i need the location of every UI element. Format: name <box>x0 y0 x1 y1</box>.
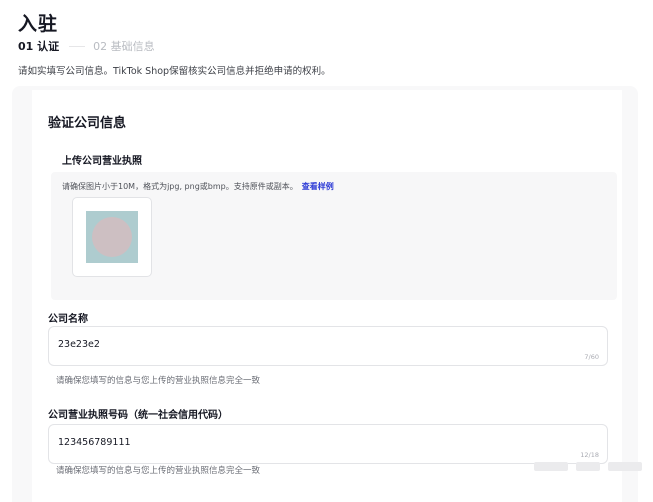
step-basic-info[interactable]: 02 基础信息 <box>93 38 155 54</box>
form-card-body: 验证公司信息 上传公司营业执照 请确保图片小于10M，格式为jpg, png或b… <box>32 90 622 502</box>
watermark-block <box>534 462 568 471</box>
step-divider <box>69 45 86 47</box>
uploaded-license-thumbnail[interactable] <box>72 197 152 277</box>
upload-hint-text: 请确保图片小于10M，格式为jpg, png或bmp。支持原件或副本。 <box>62 182 298 191</box>
view-sample-link[interactable]: 查看样例 <box>302 182 334 191</box>
onboarding-page: 入驻 01 认证 02 基础信息 请如实填写公司信息。TikTok Shop保留… <box>0 0 653 502</box>
company-name-value: 23e23e2 <box>58 339 100 350</box>
company-name-label: 公司名称 <box>48 314 88 325</box>
step-indicator: 01 认证 02 基础信息 <box>18 38 155 54</box>
upload-license-area: 请确保图片小于10M，格式为jpg, png或bmp。支持原件或副本。 查看样例 <box>51 172 617 300</box>
license-number-input[interactable]: 123456789111 12/18 <box>48 424 608 464</box>
company-name-char-count: 7/60 <box>584 353 599 361</box>
section-title: 验证公司信息 <box>48 116 127 131</box>
upload-hint: 请确保图片小于10M，格式为jpg, png或bmp。支持原件或副本。 查看样例 <box>62 181 334 192</box>
step-verification[interactable]: 01 认证 <box>18 38 59 54</box>
watermark-block <box>608 462 642 471</box>
form-card: 验证公司信息 上传公司营业执照 请确保图片小于10M，格式为jpg, png或b… <box>12 86 638 502</box>
company-name-help: 请确保您填写的信息与您上传的营业执照信息完全一致 <box>56 376 261 386</box>
page-title: 入驻 <box>18 13 59 35</box>
company-name-input[interactable]: 23e23e2 7/60 <box>48 326 608 366</box>
license-image <box>86 211 138 263</box>
license-number-help: 请确保您填写的信息与您上传的营业执照信息完全一致 <box>56 466 261 476</box>
license-number-value: 123456789111 <box>58 437 131 448</box>
license-image-blur <box>92 217 132 257</box>
license-number-label: 公司营业执照号码（统一社会信用代码） <box>48 410 228 421</box>
watermark-block <box>576 462 600 471</box>
notice-text: 请如实填写公司信息。TikTok Shop保留核实公司信息并拒绝申请的权利。 <box>18 66 331 77</box>
blurred-watermark <box>534 456 644 478</box>
upload-license-label: 上传公司营业执照 <box>62 156 142 167</box>
